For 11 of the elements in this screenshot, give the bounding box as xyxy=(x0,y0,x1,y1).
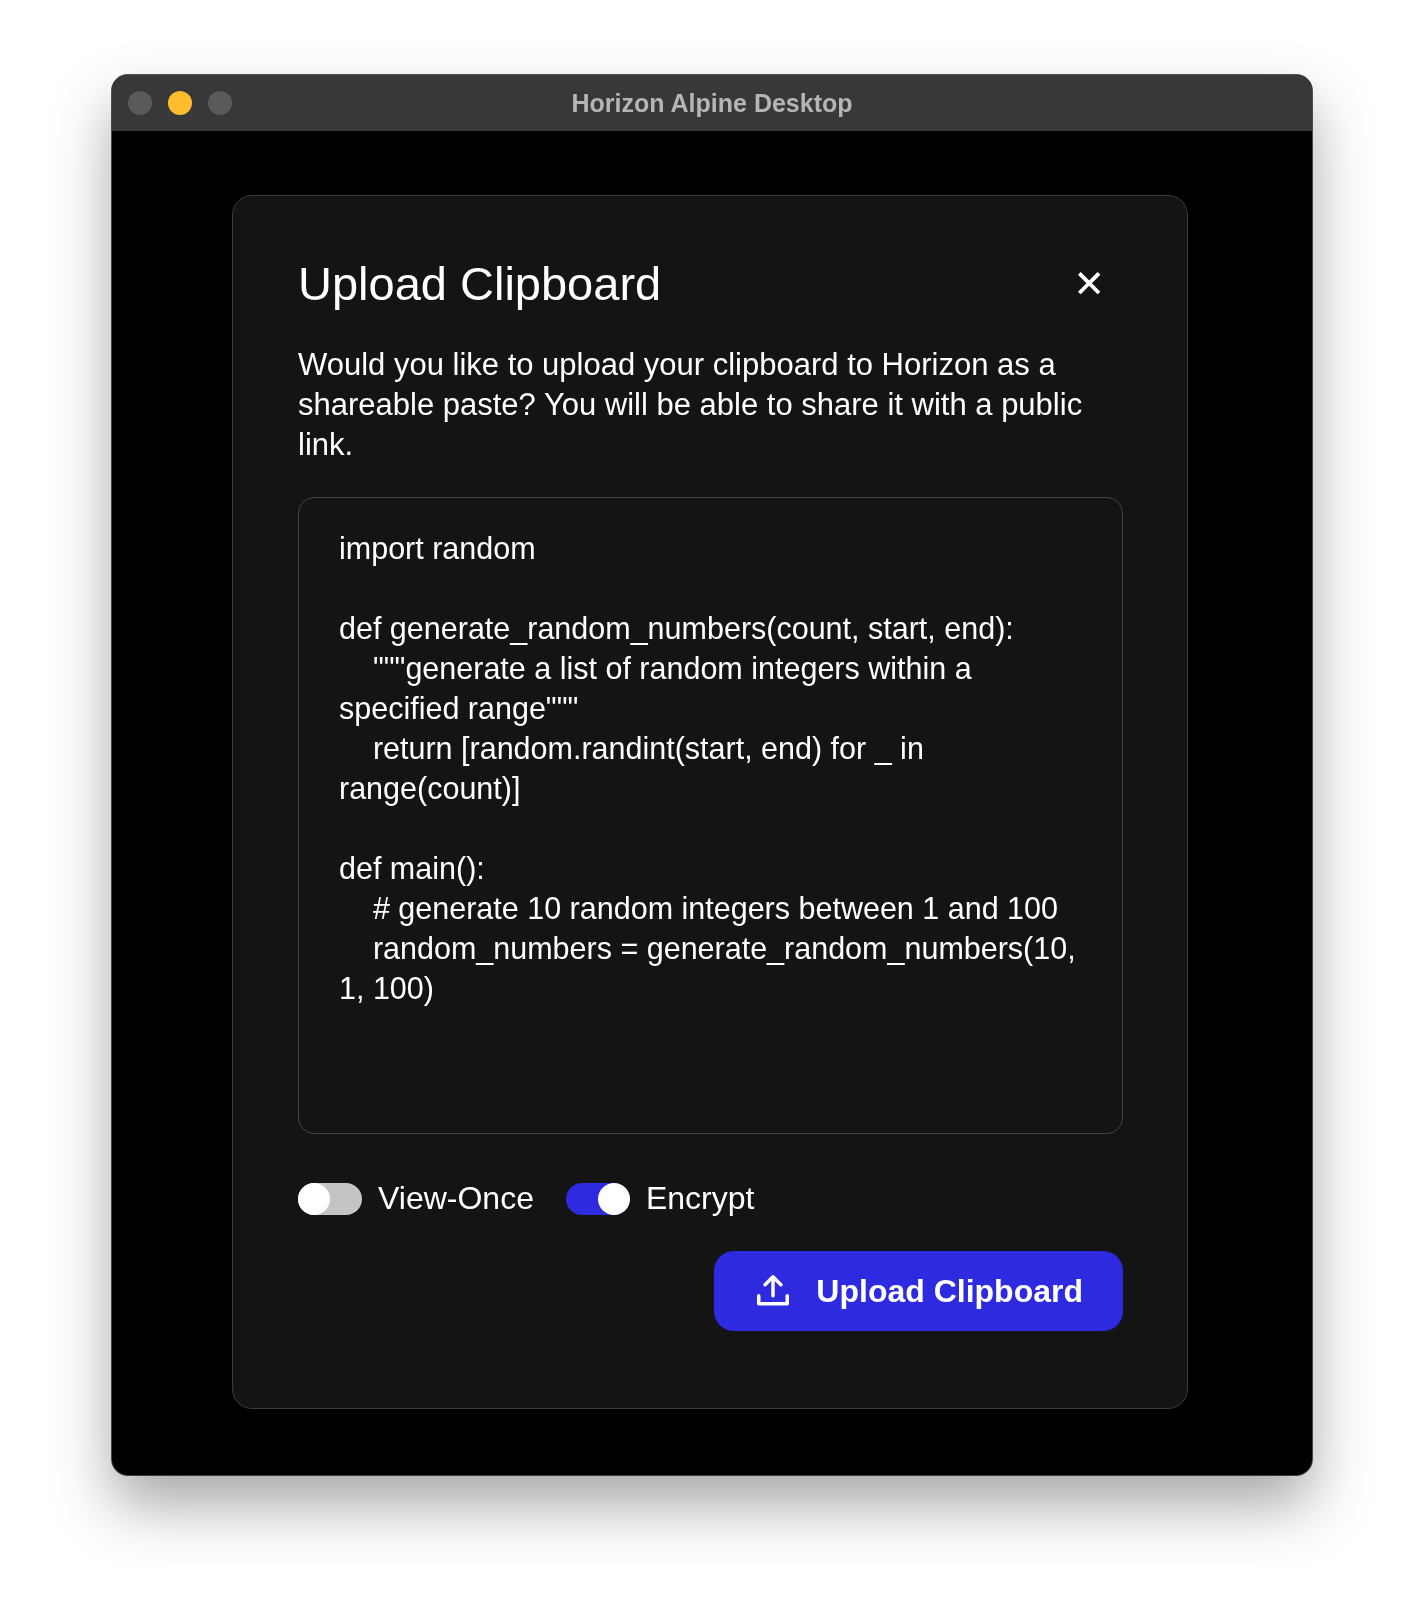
dialog-title: Upload Clipboard xyxy=(298,256,662,311)
toggle-label: Encrypt xyxy=(645,1180,755,1217)
clipboard-field[interactable]: import random def generate_random_numbers(count, start, end): """generate a list of random integers within a specified range""" return [random.randint(start, end) for _ in range(count)] def main(): # generate 10 random integers between 1 and 100 random_numbers = generate_random_numbers(10, 1, 100) xyxy=(298,497,1123,1134)
toggle-switch[interactable] xyxy=(565,1182,630,1215)
upload-button[interactable]: Upload Clipboard xyxy=(714,1251,1123,1331)
window-title: Horizon Alpine Desktop xyxy=(571,88,853,118)
toggle-label: View-Once xyxy=(378,1180,534,1217)
close-button[interactable]: ✕ xyxy=(1073,261,1123,306)
toggle-switch[interactable] xyxy=(298,1182,362,1215)
window-control[interactable] xyxy=(168,91,192,115)
dialog-message: Would you like to upload your clipboard to Horizon as a shareable paste? You will be able to share it with a public link. xyxy=(298,346,1084,464)
